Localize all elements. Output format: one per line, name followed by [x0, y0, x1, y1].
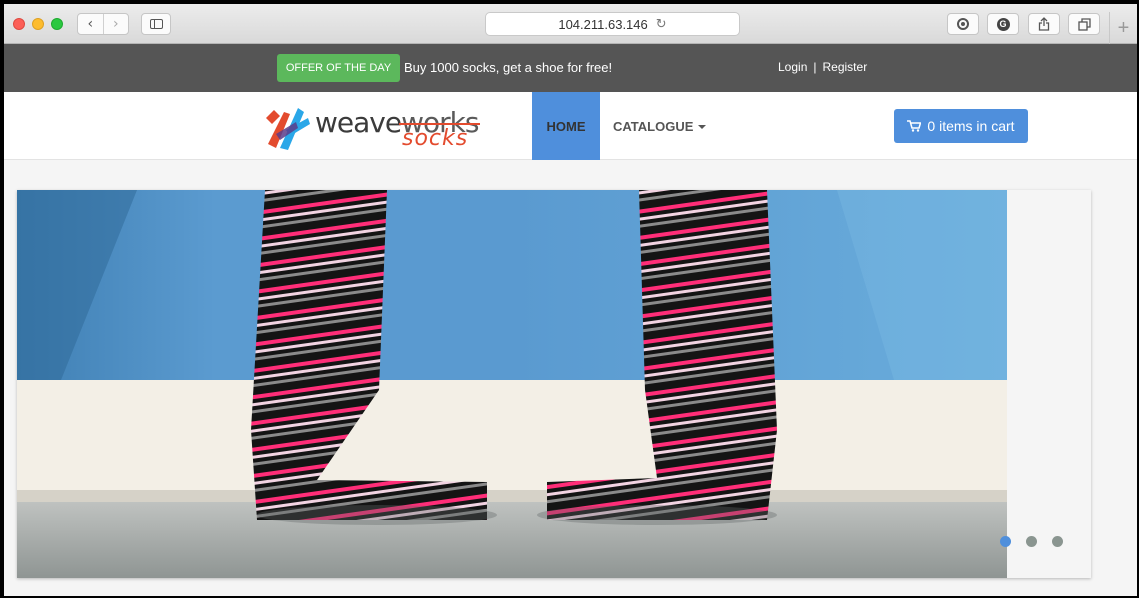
reload-icon[interactable]: ↻: [656, 17, 667, 32]
sidebar-icon: [149, 19, 163, 29]
address-text: 104.211.63.146: [558, 16, 648, 32]
tabs-icon: [1077, 17, 1091, 31]
back-button[interactable]: ‹: [78, 14, 103, 34]
hero-carousel: [17, 190, 1091, 578]
weaveworks-logo-icon: [266, 108, 310, 150]
address-bar[interactable]: 104.211.63.146 ↻: [485, 12, 740, 36]
share-icon: [1038, 17, 1050, 31]
weaveworks-socks-logo[interactable]: weaveworks socks: [262, 102, 502, 152]
carousel-dot-3[interactable]: [1052, 536, 1063, 547]
zoom-window-button[interactable]: [51, 18, 63, 30]
new-tab-button[interactable]: +: [1109, 12, 1137, 44]
grammarly-icon: G: [996, 17, 1010, 31]
login-link[interactable]: Login: [778, 60, 807, 74]
caret-down-icon: [698, 125, 707, 129]
carousel-dot-1[interactable]: [1000, 536, 1011, 547]
browser-window: ‹ › 104.211.63.146 ↻ G + OFFER OF THE DA…: [4, 4, 1137, 596]
cart-label: 0 items in cart: [927, 118, 1015, 134]
extension-button-1[interactable]: [947, 13, 979, 35]
separator: |: [813, 60, 817, 74]
close-window-button[interactable]: [13, 18, 25, 30]
carousel-slide-image: [17, 190, 1007, 578]
logo-subtitle: socks: [402, 126, 469, 151]
nav-catalogue-dropdown[interactable]: CATALOGUE: [613, 92, 707, 160]
offer-text: Buy 1000 socks, get a shoe for free!: [404, 60, 613, 75]
register-link[interactable]: Register: [823, 60, 868, 74]
carousel-dot-2[interactable]: [1026, 536, 1037, 547]
plus-icon: +: [1117, 16, 1130, 39]
target-icon: [957, 18, 969, 30]
minimize-window-button[interactable]: [32, 18, 44, 30]
share-button[interactable]: [1028, 13, 1060, 35]
sidebar-toggle-button[interactable]: [141, 13, 171, 35]
account-links: Login | Register: [778, 60, 867, 74]
extension-button-2[interactable]: G: [987, 13, 1019, 35]
nav-catalogue-label: CATALOGUE: [613, 118, 694, 134]
carousel-indicators: [1000, 536, 1063, 547]
nav-home[interactable]: HOME: [532, 92, 600, 160]
offer-of-the-day-button[interactable]: OFFER OF THE DAY: [277, 54, 400, 82]
shopping-cart-icon: [907, 120, 922, 132]
offer-bar: OFFER OF THE DAY Buy 1000 socks, get a s…: [4, 44, 1137, 92]
main-navbar: weaveworks socks HOME CATALOGUE 0 items …: [4, 92, 1137, 160]
forward-button[interactable]: ›: [102, 14, 129, 34]
chevron-left-icon: ‹: [87, 16, 94, 32]
history-nav: ‹ ›: [77, 13, 129, 35]
tabs-overview-button[interactable]: [1068, 13, 1100, 35]
cart-button[interactable]: 0 items in cart: [894, 109, 1028, 143]
chevron-right-icon: ›: [112, 16, 119, 32]
browser-toolbar: ‹ › 104.211.63.146 ↻ G +: [4, 4, 1137, 44]
